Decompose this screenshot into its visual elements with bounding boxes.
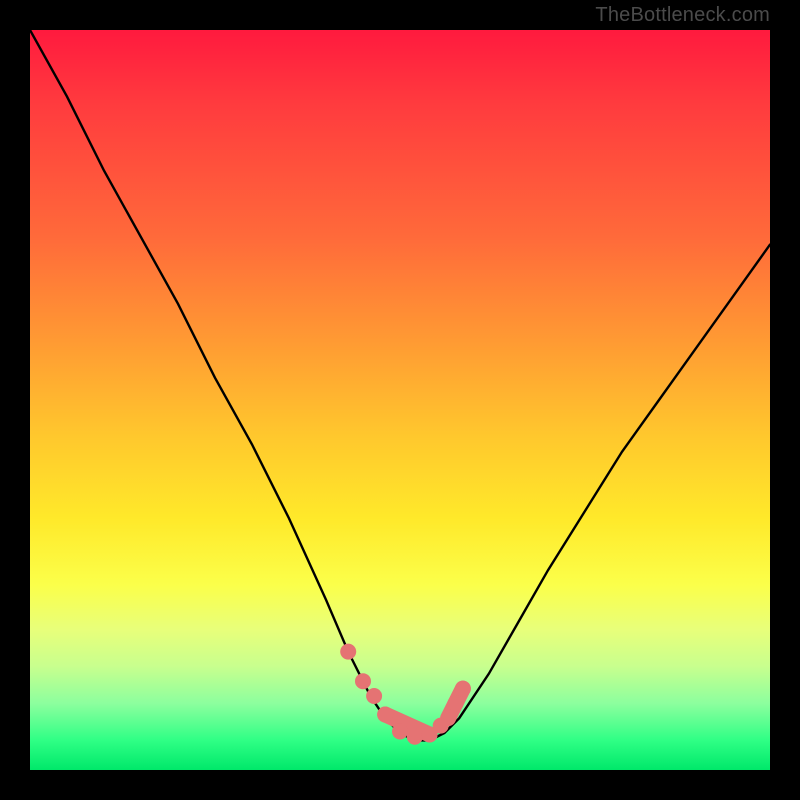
marker-dot	[392, 724, 408, 740]
curve-svg	[30, 30, 770, 770]
plot-area	[30, 30, 770, 770]
marker-dot	[448, 695, 464, 711]
marker-dot	[433, 718, 449, 734]
marker-dots-group	[340, 644, 471, 745]
marker-dot	[355, 673, 371, 689]
chart-frame: TheBottleneck.com	[0, 0, 800, 800]
marker-dot	[407, 729, 423, 745]
marker-dot	[366, 688, 382, 704]
marker-dot	[340, 644, 356, 660]
attribution-label: TheBottleneck.com	[595, 4, 770, 27]
bottleneck-curve-line	[30, 30, 770, 740]
marker-dot	[377, 707, 393, 723]
marker-dot	[455, 681, 471, 697]
